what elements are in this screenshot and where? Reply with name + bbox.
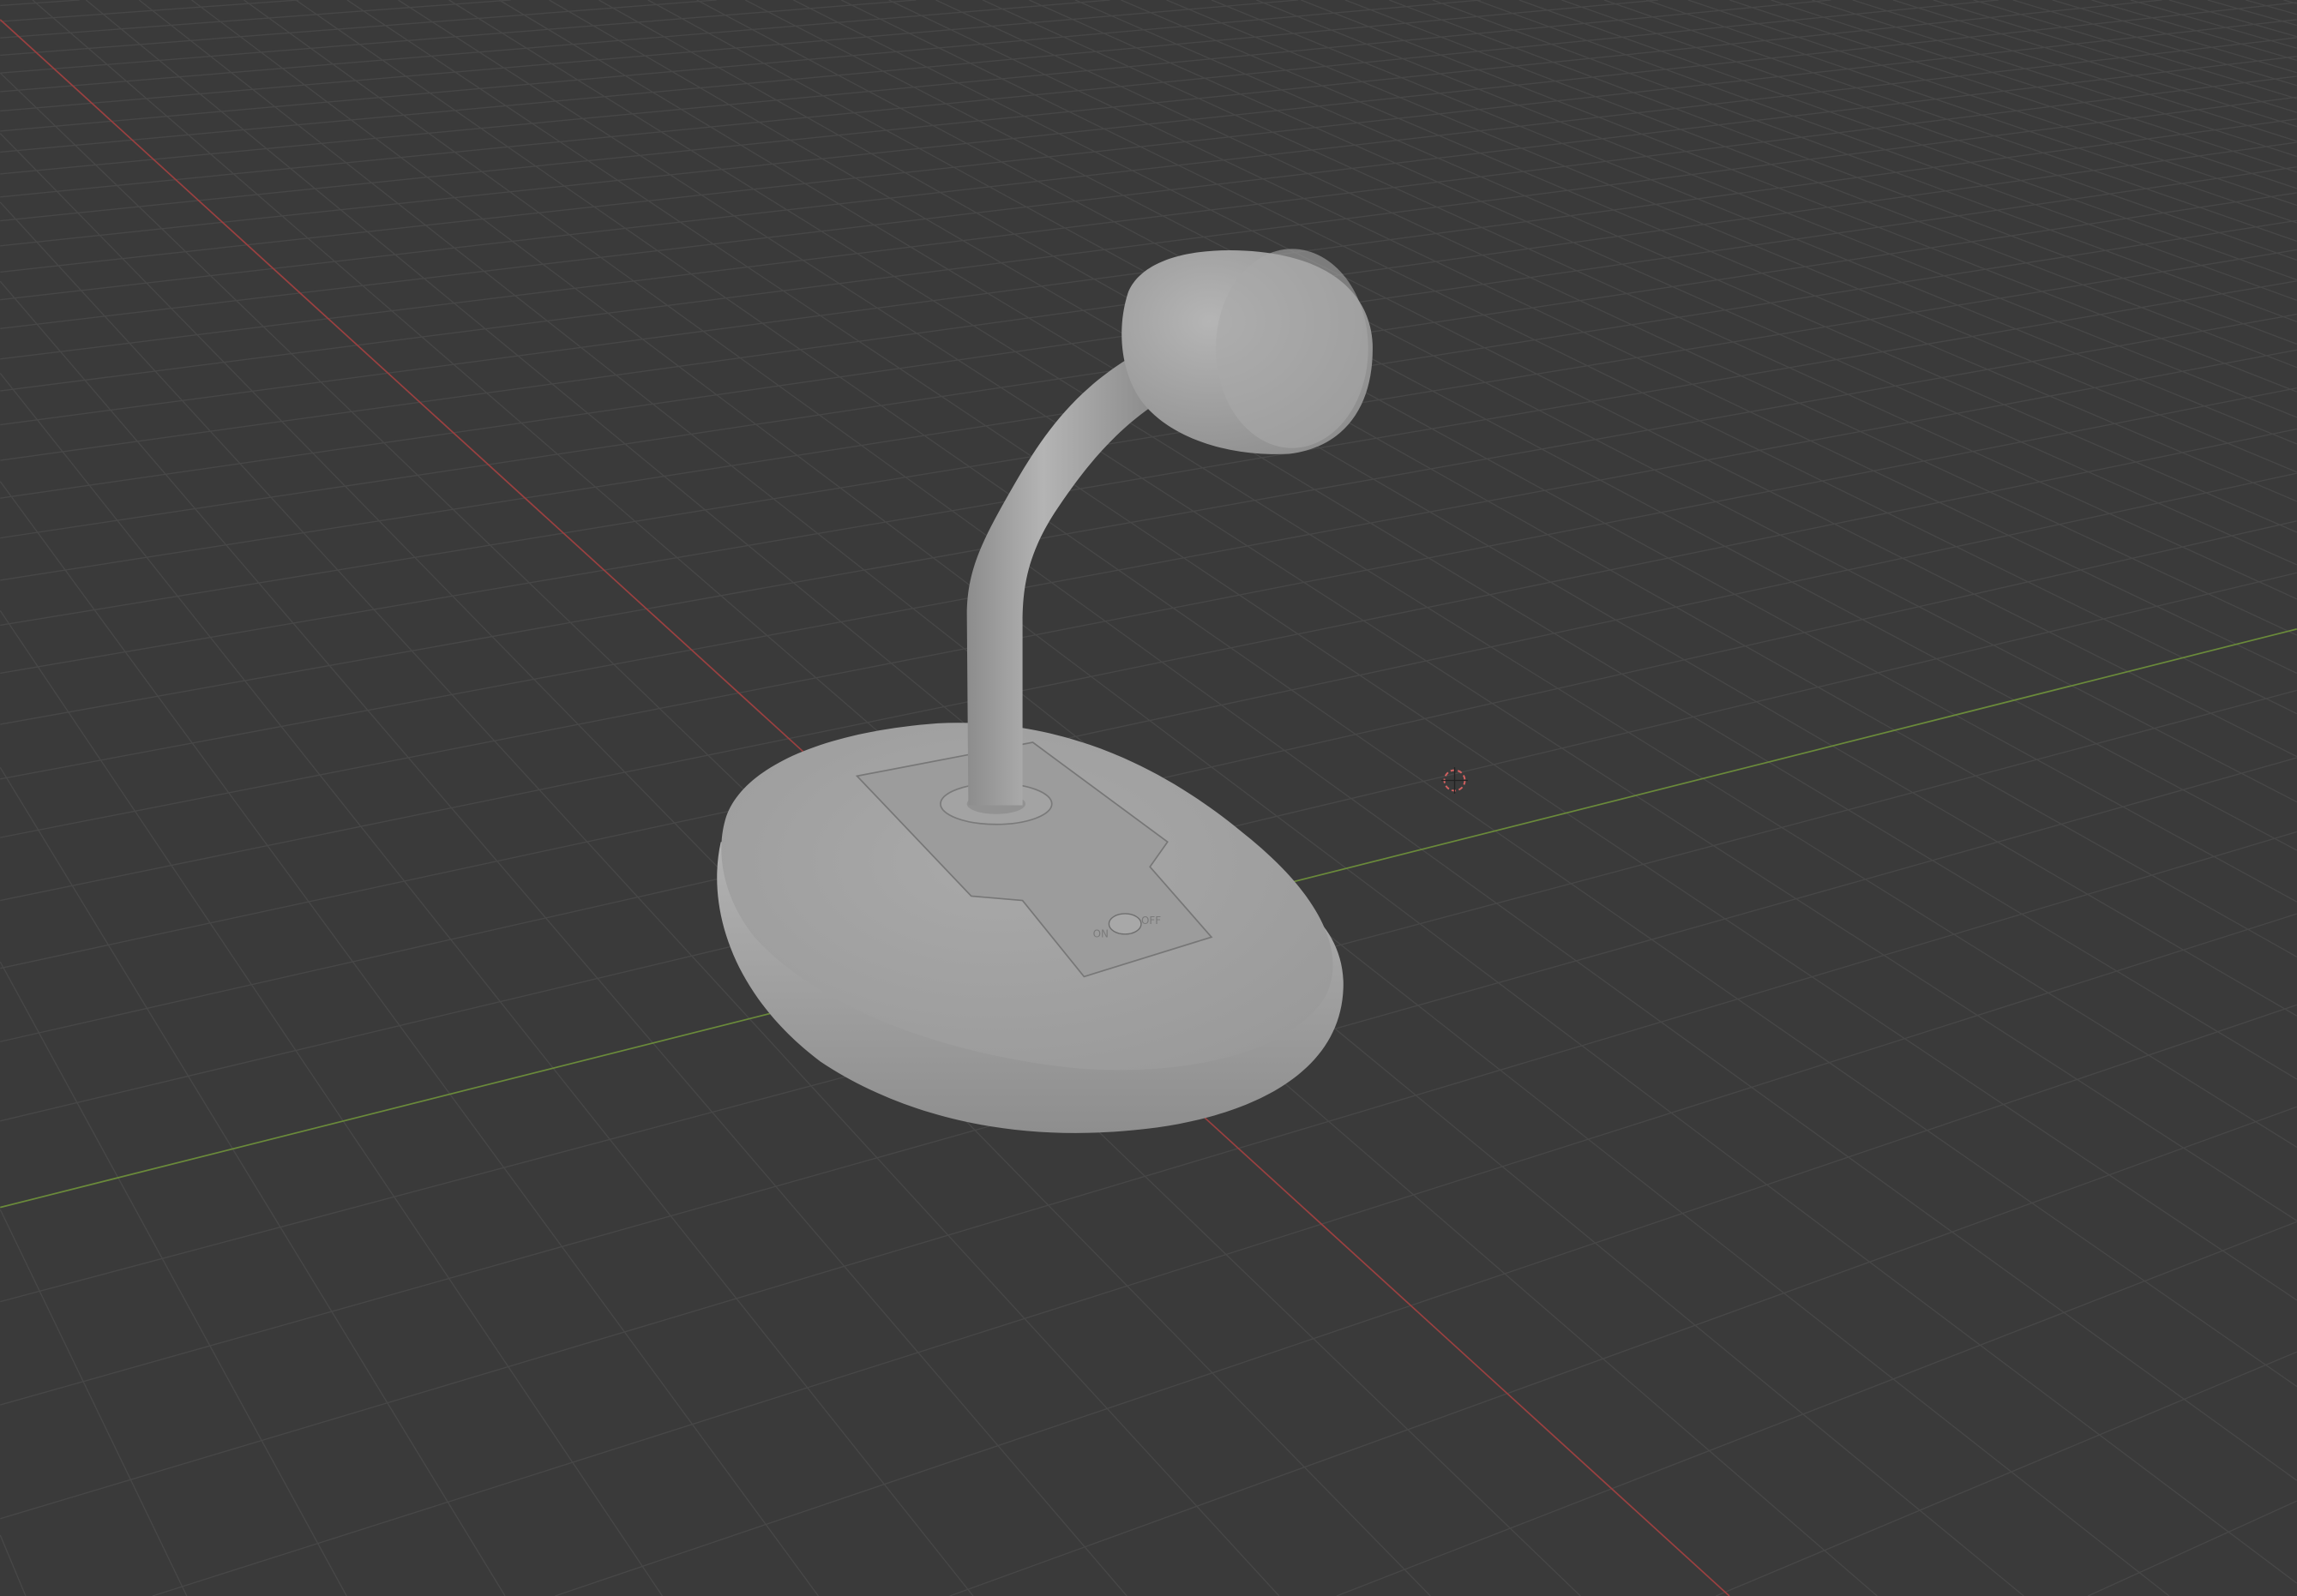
grid-line xyxy=(840,0,2297,715)
grid-line xyxy=(0,1534,27,1596)
grid-line xyxy=(1256,0,2297,418)
grid-line xyxy=(0,609,664,1596)
grid-line xyxy=(1336,1221,2297,1596)
grid-line xyxy=(295,0,2297,1388)
grid-line xyxy=(888,0,2297,675)
grid-line xyxy=(0,2,2297,247)
grid-line xyxy=(1301,0,2297,393)
grid-line xyxy=(1645,0,2297,224)
grid-line xyxy=(448,0,2297,1148)
grid-line xyxy=(1812,0,2297,158)
grid-line xyxy=(0,0,1110,93)
grid-line xyxy=(0,961,347,1596)
viewport-scene[interactable]: ON OFF xyxy=(0,0,2297,1596)
switch-on-label: ON xyxy=(1093,927,1109,939)
grid-line xyxy=(949,1106,2297,1596)
grid-line xyxy=(0,349,2297,780)
grid-line xyxy=(0,37,2297,301)
grid-line xyxy=(0,1209,188,1596)
grid-line xyxy=(0,0,80,7)
grid-line xyxy=(1716,1351,2297,1596)
grid-line xyxy=(0,0,511,39)
3d-viewport[interactable]: ON OFF xyxy=(0,0,2297,1596)
grid-line xyxy=(398,0,2297,1221)
grid-line xyxy=(0,0,717,57)
grid-line xyxy=(1518,0,2297,281)
switch-off-label: OFF xyxy=(1141,915,1161,927)
grid-line xyxy=(2091,0,2297,62)
mic-head-cap xyxy=(1216,249,1368,448)
grid-line xyxy=(191,0,2297,1584)
grid-line xyxy=(346,0,2297,1301)
power-switch[interactable] xyxy=(1108,913,1142,935)
grid-line xyxy=(555,1004,2297,1596)
grid-line xyxy=(2087,1500,2297,1596)
grid-line xyxy=(244,0,2297,1481)
grid-line xyxy=(1211,0,2297,445)
grid-line xyxy=(0,766,506,1596)
grid-line xyxy=(1852,0,2297,142)
